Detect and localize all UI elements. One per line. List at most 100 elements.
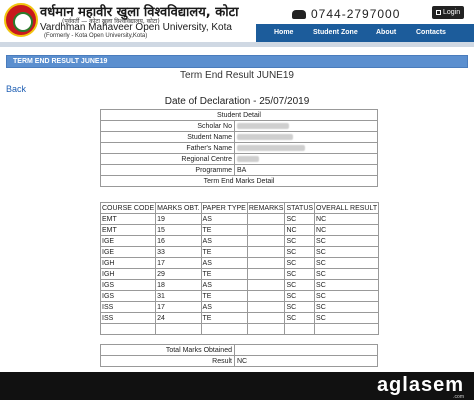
status-cell: SC [284, 290, 316, 302]
marks-cell: 19 [155, 213, 202, 225]
paper-type-cell: AS [200, 279, 248, 291]
table-row: Result NC [100, 355, 378, 367]
paper-type-cell: AS [200, 301, 248, 313]
marks-cell: 16 [155, 235, 202, 247]
remarks-cell [246, 290, 286, 302]
result-value: NC [234, 355, 378, 367]
table-row: EMT 19 AS SC NC [99, 213, 380, 225]
remarks-cell [246, 312, 286, 324]
status-cell: SC [284, 301, 316, 313]
marks-cell: 29 [155, 268, 202, 280]
marks-detail-heading: Term End Marks Detail [100, 175, 378, 187]
paper-type-cell: AS [200, 235, 248, 247]
paper-type-cell: AS [200, 257, 248, 269]
paper-type-cell: TE [200, 268, 248, 280]
col-paper-type: PAPER TYPE [200, 202, 248, 214]
status-cell: SC [284, 279, 316, 291]
regional-centre-value [234, 153, 378, 165]
empty-cell [284, 323, 316, 335]
table-row: IGE 16 AS SC SC [99, 235, 380, 247]
col-status: STATUS [284, 202, 316, 214]
paper-type-cell: TE [200, 246, 248, 258]
course-code-cell: IGH [99, 268, 157, 280]
total-marks-value [234, 344, 378, 356]
phone-number: 0744-2797000 [292, 7, 400, 21]
empty-cell [314, 323, 380, 335]
paper-type-cell: TE [200, 224, 248, 236]
login-label: Login [443, 9, 461, 16]
paper-type-cell: TE [200, 312, 248, 324]
marks-cell: 17 [155, 257, 202, 269]
marks-cell: 18 [155, 279, 202, 291]
remarks-cell [246, 224, 286, 236]
nav-contacts[interactable]: Contacts [416, 24, 446, 42]
course-code-cell: IGS [99, 290, 157, 302]
status-cell: NC [284, 224, 316, 236]
watermark-domain: .com [453, 394, 464, 400]
remarks-cell [246, 235, 286, 247]
course-code-cell: EMT [99, 213, 157, 225]
student-name-value [234, 131, 378, 143]
overall-result-cell: SC [314, 301, 380, 313]
status-cell: SC [284, 246, 316, 258]
main-nav: Home Student Zone About Contacts [256, 24, 474, 42]
regional-centre-label: Regional Centre [100, 153, 235, 165]
nav-about[interactable]: About [376, 24, 396, 42]
marks-table: COURSE CODE MARKS OBT. PAPER TYPE REMARK… [99, 202, 380, 335]
empty-cell [155, 323, 202, 335]
totals-table: Total Marks Obtained Result NC [100, 344, 378, 367]
table-row: Total Marks Obtained [100, 344, 378, 356]
marks-cell: 15 [155, 224, 202, 236]
remarks-cell [246, 279, 286, 291]
university-name-english: Vardhman Mahaveer Open University, Kota [40, 22, 232, 33]
section-titlebar: TERM END RESULT JUNE19 [6, 55, 468, 68]
redacted-value [237, 133, 293, 140]
marks-body: EMT 19 AS SC NC EMT 15 TE NC NC IGE 16 AS SC SC IGE 33 TE… [99, 213, 380, 335]
overall-result-cell: NC [314, 213, 380, 225]
watermark-logo: aglasem [376, 374, 464, 396]
marks-cell: 33 [155, 246, 202, 258]
programme-label: Programme [100, 164, 235, 176]
result-title: Term End Result JUNE19 [180, 70, 294, 81]
status-cell: SC [284, 268, 316, 280]
paper-type-cell: AS [200, 213, 248, 225]
empty-cell [99, 323, 157, 335]
remarks-cell [246, 268, 286, 280]
remarks-cell [246, 246, 286, 258]
nav-home[interactable]: Home [274, 24, 293, 42]
student-detail-table: Student Detail Scholar No Student Name F… [100, 109, 378, 187]
lock-icon [436, 10, 441, 15]
overall-result-cell: NC [314, 224, 380, 236]
empty-cell [246, 323, 286, 335]
table-row: Regional Centre [100, 153, 378, 165]
programme-value: BA [234, 164, 378, 176]
login-button[interactable]: Login [432, 6, 465, 19]
table-row: ISS 17 AS SC SC [99, 301, 380, 313]
course-code-cell: EMT [99, 224, 157, 236]
phone-text: 0744-2797000 [311, 7, 401, 21]
overall-result-cell: SC [314, 235, 380, 247]
page-footer: aglasem .com [0, 372, 474, 400]
course-code-cell: IGS [99, 279, 157, 291]
table-row: IGS 18 AS SC SC [99, 279, 380, 291]
declaration-date: Date of Declaration - 25/07/2019 [164, 96, 310, 107]
table-row: IGH 17 AS SC SC [99, 257, 380, 269]
overall-result-cell: SC [314, 246, 380, 258]
overall-result-cell: SC [314, 312, 380, 324]
father-name-label: Father's Name [100, 142, 235, 154]
course-code-cell: IGH [99, 257, 157, 269]
result-label: Result [100, 355, 235, 367]
status-cell: SC [284, 235, 316, 247]
nav-student-zone[interactable]: Student Zone [313, 24, 358, 42]
student-detail-heading: Student Detail [100, 109, 378, 121]
back-link[interactable]: Back [6, 84, 26, 94]
overall-result-cell: SC [314, 268, 380, 280]
redacted-value [237, 155, 259, 162]
header-divider [0, 42, 474, 47]
scholar-no-label: Scholar No [100, 120, 235, 132]
overall-result-cell: SC [314, 257, 380, 269]
course-code-cell: ISS [99, 312, 157, 324]
redacted-value [237, 144, 305, 151]
status-cell: SC [284, 213, 316, 225]
redacted-value [237, 122, 289, 129]
